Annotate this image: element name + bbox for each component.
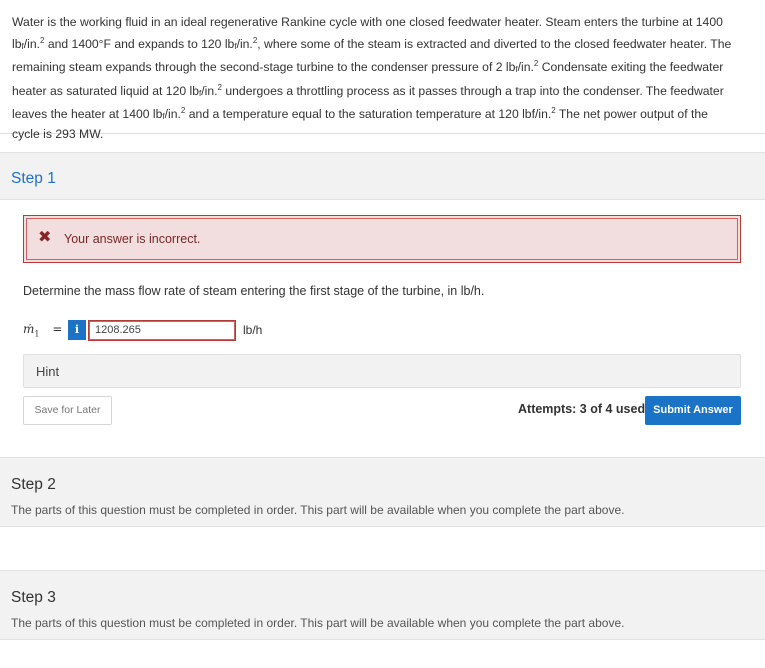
close-icon: ✖ [38, 229, 52, 246]
hint-button[interactable]: Hint [23, 354, 741, 388]
step3-title: Step 3 [11, 589, 56, 606]
question-text: Determine the mass flow rate of steam en… [23, 284, 485, 298]
mass-flow-symbol: ṁ [23, 322, 35, 336]
step2-description: The parts of this question must be compl… [11, 503, 625, 517]
step1-title[interactable]: Step 1 [11, 170, 56, 188]
hint-label: Hint [36, 364, 60, 379]
problem-line: leaves the heater at 1400 lbf/in.2 and a… [12, 106, 708, 122]
step3-description: The parts of this question must be compl… [11, 616, 625, 630]
info-icon[interactable]: i [68, 320, 86, 340]
save-for-later-button[interactable]: Save for Later [23, 396, 112, 425]
step3-block: Step 3 The parts of this question must b… [0, 570, 765, 640]
problem-line: heater as saturated liquid at 120 lbf/in… [12, 82, 724, 98]
unit-label: lb/h [243, 323, 263, 337]
incorrect-alert: ✖ Your answer is incorrect. [23, 215, 741, 263]
alert-message: Your answer is incorrect. [64, 232, 201, 246]
answer-input[interactable]: 1208.265 [88, 320, 236, 341]
problem-line: lbf/in.2 and 1400°F and expands to 120 l… [12, 35, 732, 51]
equation-label: ṁ1 = [23, 322, 62, 338]
step1-header: Step 1 [0, 152, 765, 200]
problem-statement: Water is the working fluid in an ideal r… [0, 0, 765, 141]
mass-flow-subscript: 1 [34, 329, 40, 339]
problem-line: Water is the working fluid in an ideal r… [12, 15, 723, 29]
submit-answer-button[interactable]: Submit Answer [645, 396, 741, 425]
problem-line: cycle is 293 MW. [12, 126, 104, 141]
step2-block: Step 2 The parts of this question must b… [0, 457, 765, 527]
attempts-counter: Attempts: 3 of 4 used [518, 402, 646, 416]
problem-line: remaining steam expands through the seco… [12, 59, 724, 75]
step2-title: Step 2 [11, 476, 56, 493]
equals-sign: = [52, 322, 63, 336]
